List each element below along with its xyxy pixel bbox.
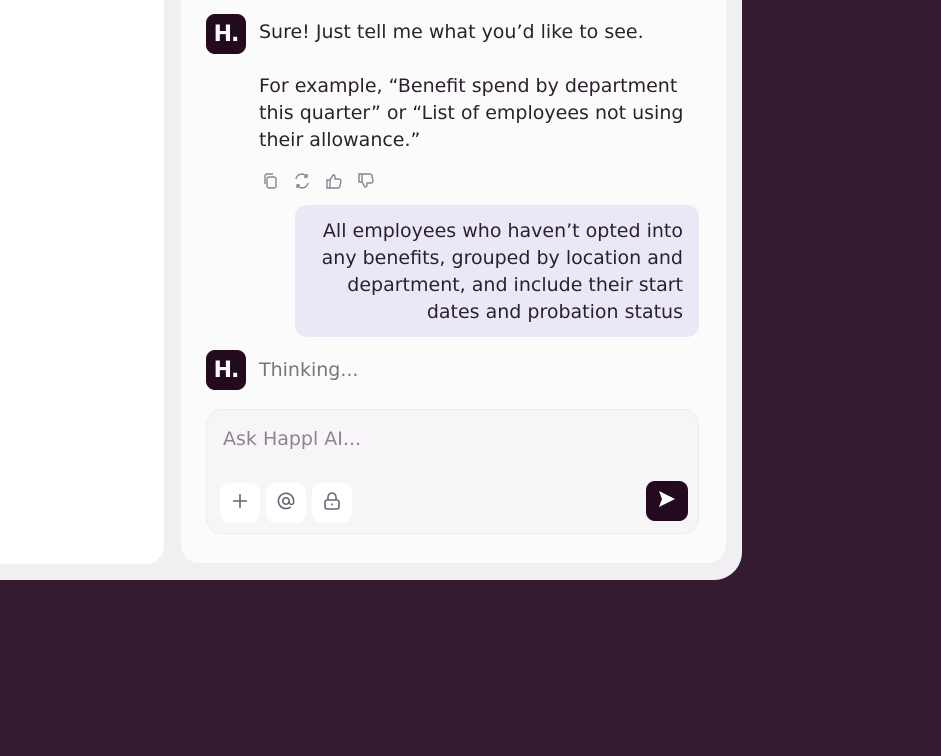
plus-icon (231, 492, 249, 514)
assistant-reply-line1: Sure! Just tell me what you’d like to se… (259, 21, 644, 43)
copy-icon[interactable] (259, 170, 281, 192)
send-button[interactable] (646, 481, 688, 521)
thumbs-up-icon[interactable] (323, 170, 345, 192)
thinking-indicator: Thinking... (259, 359, 359, 381)
chat-composer (206, 409, 699, 534)
regenerate-icon[interactable] (291, 170, 313, 192)
user-message-text: All employees who haven’t opted into any… (321, 220, 683, 323)
user-message-bubble: All employees who haven’t opted into any… (295, 205, 699, 337)
assistant-avatar: H. (206, 350, 246, 390)
assistant-reply-line2: For example, “Benefit spend by departmen… (259, 75, 684, 151)
privacy-lock-button[interactable] (312, 483, 352, 523)
chat-input[interactable] (223, 426, 643, 452)
add-attachment-button[interactable] (220, 483, 260, 523)
mention-button[interactable] (266, 483, 306, 523)
left-panel (0, 0, 164, 564)
lock-icon (323, 491, 341, 515)
mention-icon (276, 491, 296, 515)
message-actions (259, 170, 377, 192)
send-icon (657, 489, 677, 513)
thumbs-down-icon[interactable] (355, 170, 377, 192)
assistant-avatar: H. (206, 14, 246, 54)
